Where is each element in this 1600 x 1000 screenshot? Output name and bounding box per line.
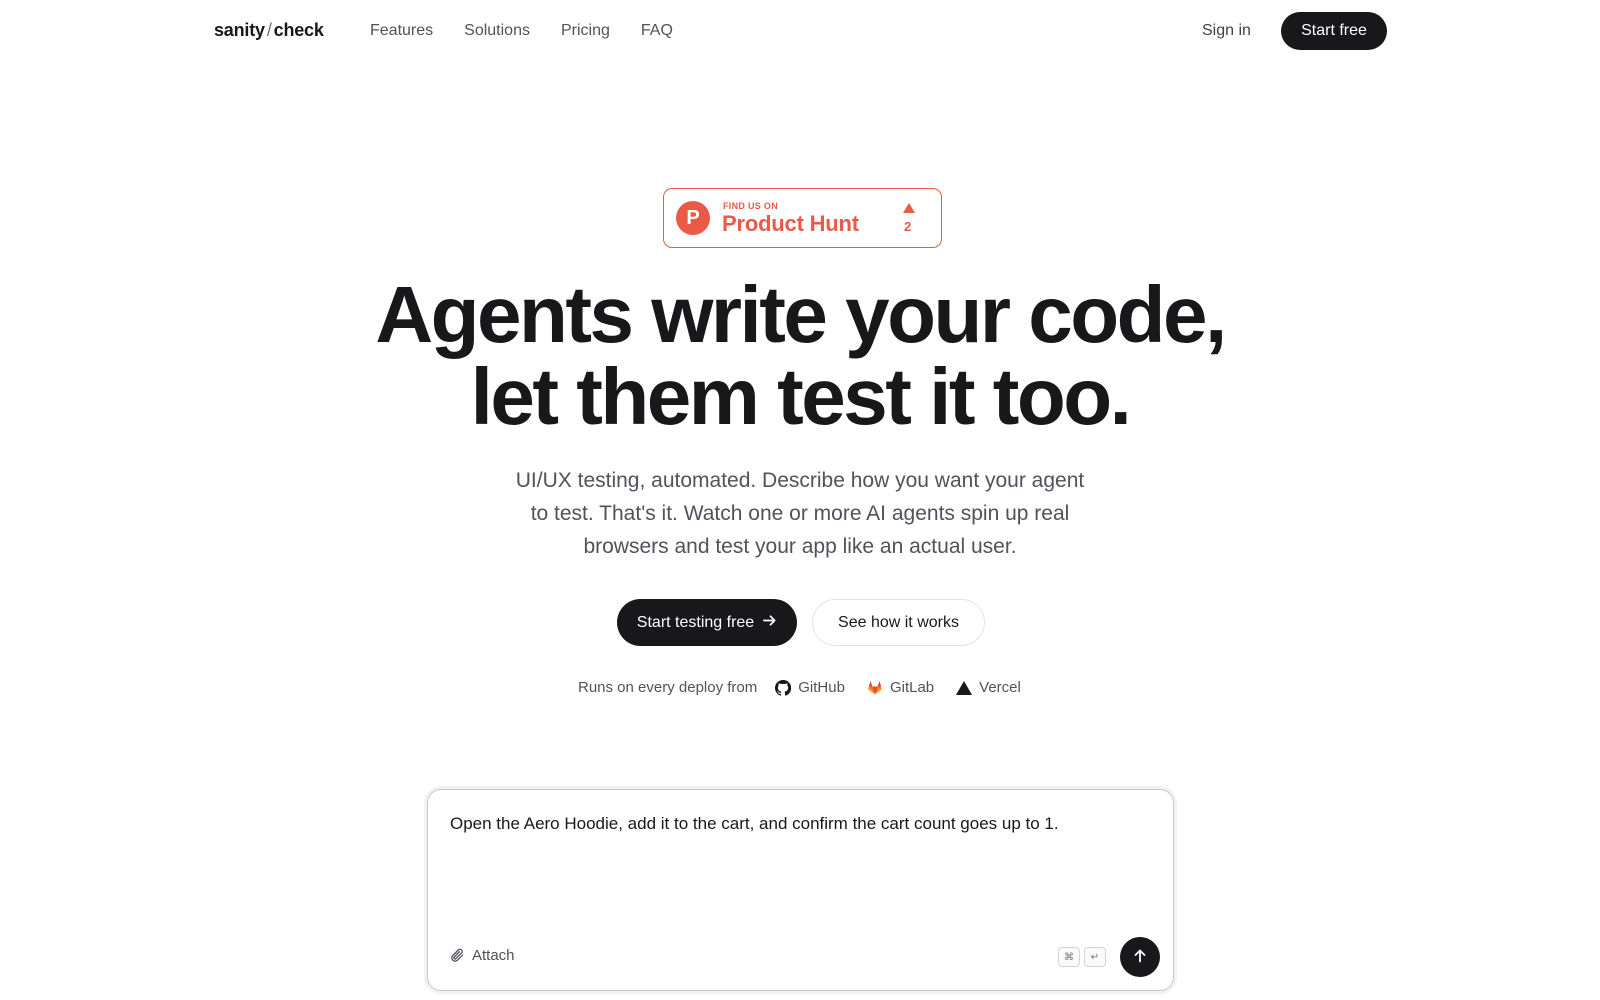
test-prompt-box: Open the Aero Hoodie, add it to the cart… <box>427 789 1174 991</box>
cmd-key-hint: ⌘ <box>1058 947 1080 967</box>
test-prompt-input[interactable]: Open the Aero Hoodie, add it to the cart… <box>450 812 1150 912</box>
integration-gitlab: GitLab <box>867 679 934 696</box>
integrations-row: Runs on every deploy from GitHub GitLab … <box>578 679 1043 696</box>
attach-label: Attach <box>472 947 515 964</box>
logo-separator: / <box>266 20 272 40</box>
arrow-right-icon <box>762 613 777 633</box>
upvote-count: 2 <box>904 219 912 234</box>
upvote-triangle-icon <box>903 203 915 213</box>
cta-primary-label: Start testing free <box>636 613 755 631</box>
integration-vercel-label: Vercel <box>979 679 1021 696</box>
enter-key-hint: ↵ <box>1084 947 1106 967</box>
send-button[interactable] <box>1120 937 1160 977</box>
brand-logo[interactable]: sanity / check <box>214 20 324 41</box>
attach-button[interactable]: Attach <box>450 947 515 964</box>
top-navigation: sanity / check Features Solutions Pricin… <box>0 0 1600 64</box>
hero-headline: Agents write your code, let them test it… <box>0 274 1600 438</box>
headline-line-2: let them test it too. <box>470 352 1132 441</box>
product-hunt-find-label: FIND US ON <box>723 201 779 211</box>
logo-left: sanity <box>214 20 265 40</box>
landing-page: sanity / check Features Solutions Pricin… <box>0 0 1600 1000</box>
integration-vercel: Vercel <box>956 679 1021 696</box>
paperclip-icon <box>450 948 465 963</box>
integrations-lead: Runs on every deploy from <box>578 679 758 696</box>
vercel-icon <box>956 680 973 695</box>
logo-right: check <box>273 20 324 40</box>
gitlab-icon <box>867 680 883 696</box>
product-hunt-logo-icon: P <box>676 201 710 235</box>
nav-link-pricing[interactable]: Pricing <box>561 22 610 40</box>
sign-in-link[interactable]: Sign in <box>1202 22 1251 40</box>
start-testing-free-button[interactable]: Start testing free <box>617 599 797 646</box>
integration-github: GitHub <box>775 679 845 696</box>
integration-github-label: GitHub <box>798 679 845 696</box>
start-free-button[interactable]: Start free <box>1281 12 1387 50</box>
nav-link-features[interactable]: Features <box>370 22 433 40</box>
hero-subtext: UI/UX testing, automated. Describe how y… <box>515 469 1085 558</box>
headline-line-1: Agents write your code, <box>375 270 1227 359</box>
product-hunt-badge[interactable]: P FIND US ON Product Hunt 2 <box>663 188 942 248</box>
see-how-it-works-button[interactable]: See how it works <box>812 599 985 646</box>
arrow-up-icon <box>1132 948 1148 967</box>
integration-gitlab-label: GitLab <box>889 679 935 696</box>
nav-link-solutions[interactable]: Solutions <box>464 22 530 40</box>
github-icon <box>775 679 792 696</box>
nav-link-faq[interactable]: FAQ <box>641 22 673 40</box>
nav-links: Features Solutions Pricing FAQ <box>370 22 704 40</box>
product-hunt-name: Product Hunt <box>722 211 859 236</box>
